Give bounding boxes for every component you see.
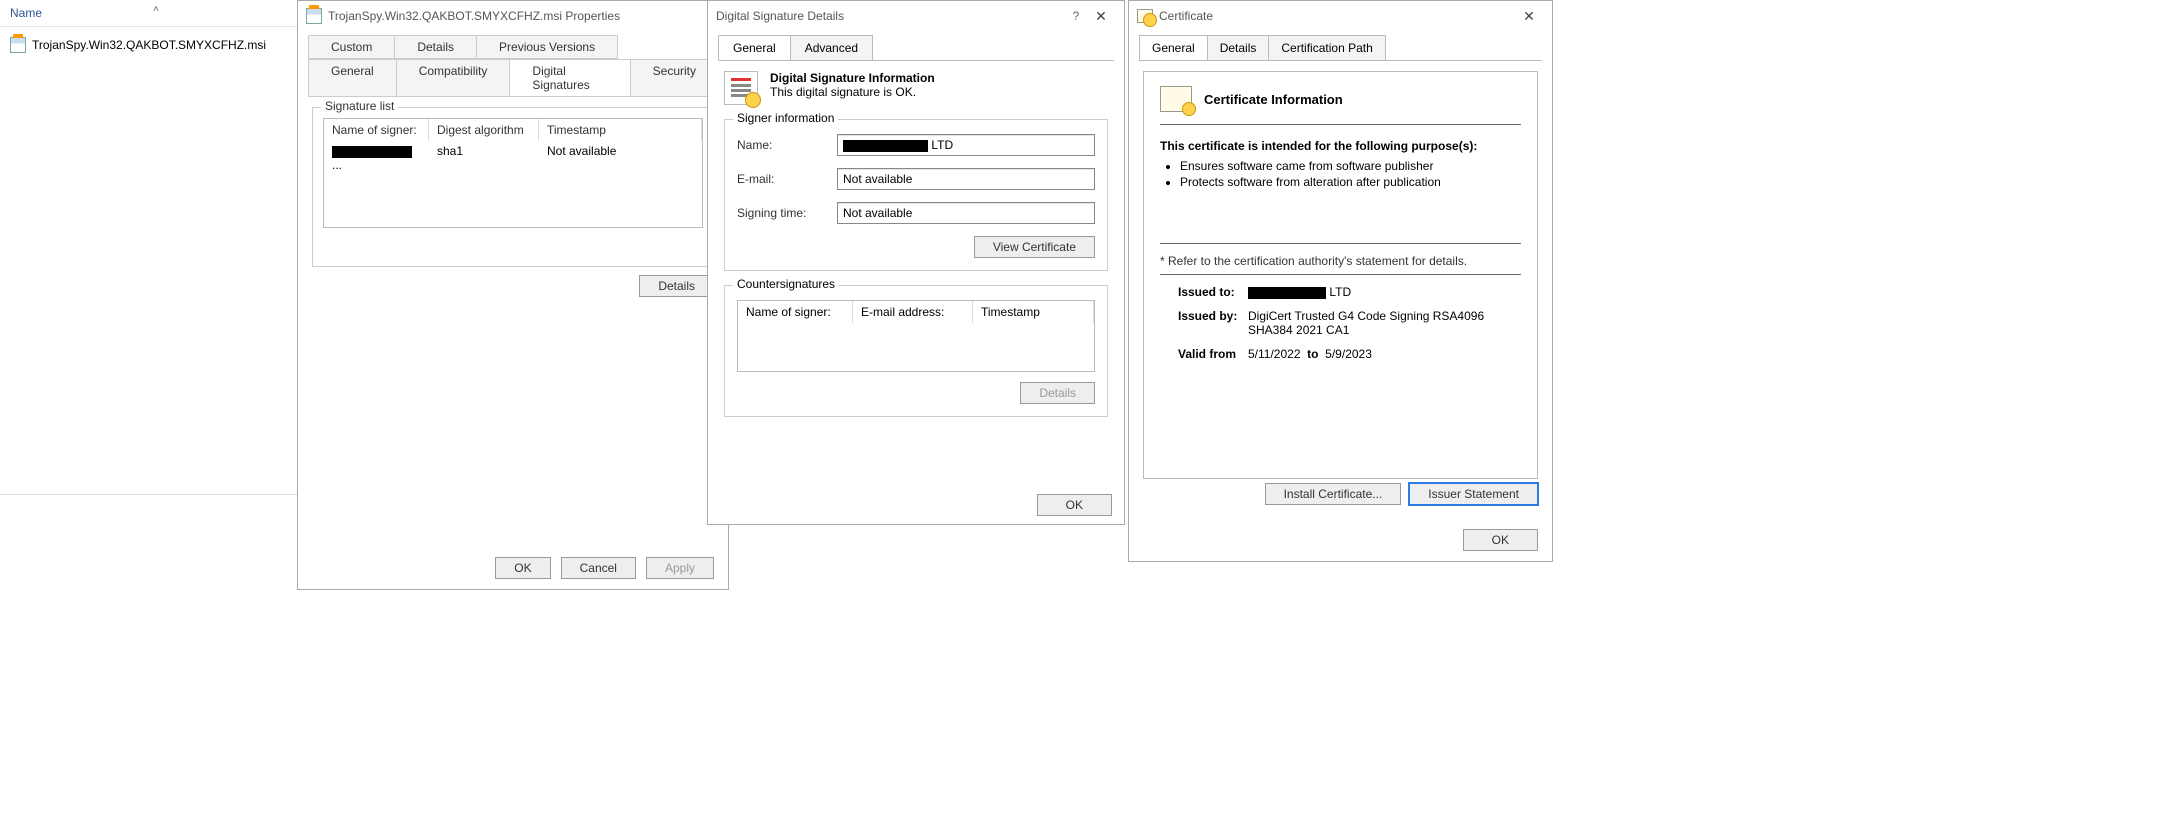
redacted-signer — [332, 146, 412, 158]
countersignatures-group: Countersignatures Name of signer: E-mail… — [724, 285, 1108, 417]
sort-caret-icon: ˄ — [153, 4, 159, 15]
tab-general[interactable]: General — [308, 59, 397, 96]
tab-security[interactable]: Security — [630, 59, 719, 96]
dsig-title: Digital Signature Details — [716, 9, 844, 23]
help-button[interactable]: ? — [1066, 9, 1086, 23]
msi-file-icon — [306, 8, 322, 24]
file-list-pane: Name ˄ TrojanSpy.Win32.QAKBOT.SMYXCFHZ.m… — [0, 0, 300, 495]
signature-row[interactable]: ... sha1 Not available — [324, 141, 702, 175]
column-header-name[interactable]: Name ˄ — [0, 0, 299, 27]
tab-compatibility[interactable]: Compatibility — [396, 59, 511, 96]
tab-details[interactable]: Details — [394, 35, 477, 59]
msi-file-icon — [10, 37, 26, 53]
certificate-icon — [1137, 9, 1153, 23]
countersignatures-label: Countersignatures — [733, 277, 839, 291]
tab-general[interactable]: General — [718, 35, 791, 60]
signing-time-field: Not available — [837, 202, 1095, 224]
digital-signature-details-dialog: Digital Signature Details ? ✕ General Ad… — [707, 0, 1125, 525]
tab-advanced[interactable]: Advanced — [790, 35, 873, 60]
view-certificate-button[interactable]: View Certificate — [974, 236, 1095, 258]
properties-titlebar[interactable]: TrojanSpy.Win32.QAKBOT.SMYXCFHZ.msi Prop… — [298, 1, 728, 31]
tab-digital-signatures[interactable]: Digital Signatures — [509, 59, 630, 96]
certificate-purposes: This certificate is intended for the fol… — [1160, 139, 1521, 189]
signature-list-label: Signature list — [321, 99, 398, 113]
certificate-icon — [1160, 86, 1192, 112]
certificate-info-heading: Certificate Information — [1204, 92, 1343, 107]
file-row[interactable]: TrojanSpy.Win32.QAKBOT.SMYXCFHZ.msi — [0, 27, 299, 63]
tab-custom[interactable]: Custom — [308, 35, 395, 59]
install-certificate-button[interactable]: Install Certificate... — [1265, 483, 1402, 505]
ok-button[interactable]: OK — [495, 557, 550, 579]
signature-list-header: Name of signer: Digest algorithm Timesta… — [324, 119, 702, 141]
dsig-info-title: Digital Signature Information — [770, 71, 935, 85]
signer-group-label: Signer information — [733, 111, 838, 125]
signer-name-field: LTD — [837, 134, 1095, 156]
signing-time-label: Signing time: — [737, 206, 837, 220]
cancel-button[interactable]: Cancel — [561, 557, 636, 579]
issuer-statement-button[interactable]: Issuer Statement — [1409, 483, 1538, 505]
tab-certification-path[interactable]: Certification Path — [1268, 35, 1385, 60]
ok-button[interactable]: OK — [1037, 494, 1112, 516]
certificate-info-frame: Certificate Information This certificate… — [1143, 71, 1538, 479]
issued-to-value: LTD — [1248, 285, 1521, 299]
signature-cert-icon — [724, 71, 758, 105]
signature-list-group: Signature list Name of signer: Digest al… — [312, 107, 714, 267]
countersignatures-table[interactable]: Name of signer: E-mail address: Timestam… — [737, 300, 1095, 372]
issued-by-label: Issued by: — [1160, 309, 1248, 337]
cert-title: Certificate — [1159, 9, 1213, 23]
dsig-titlebar[interactable]: Digital Signature Details ? ✕ — [708, 1, 1124, 31]
signer-information-group: Signer information Name: LTD E-mail: Not… — [724, 119, 1108, 271]
cert-titlebar[interactable]: Certificate ✕ — [1129, 1, 1552, 31]
file-name: TrojanSpy.Win32.QAKBOT.SMYXCFHZ.msi — [32, 38, 266, 52]
signature-list[interactable]: Name of signer: Digest algorithm Timesta… — [323, 118, 703, 228]
dsig-info-message: This digital signature is OK. — [770, 85, 935, 99]
details-button[interactable]: Details — [639, 275, 714, 297]
tab-details[interactable]: Details — [1207, 35, 1270, 60]
tab-general[interactable]: General — [1139, 35, 1208, 60]
valid-range: 5/11/2022 to 5/9/2023 — [1248, 347, 1521, 361]
certificate-note: * Refer to the certification authority's… — [1160, 254, 1521, 268]
countersignature-details-button[interactable]: Details — [1020, 382, 1095, 404]
name-label: Name: — [737, 138, 837, 152]
valid-from-label: Valid from — [1160, 347, 1248, 361]
issued-by-value: DigiCert Trusted G4 Code Signing RSA4096… — [1248, 309, 1521, 337]
certificate-dialog: Certificate ✕ General Details Certificat… — [1128, 0, 1553, 562]
tab-previous-versions[interactable]: Previous Versions — [476, 35, 618, 59]
close-icon[interactable]: ✕ — [1086, 8, 1116, 25]
properties-dialog: TrojanSpy.Win32.QAKBOT.SMYXCFHZ.msi Prop… — [297, 0, 729, 590]
signer-email-field: Not available — [837, 168, 1095, 190]
email-label: E-mail: — [737, 172, 837, 186]
issued-to-label: Issued to: — [1160, 285, 1248, 299]
close-icon[interactable]: ✕ — [1514, 8, 1544, 25]
apply-button[interactable]: Apply — [646, 557, 714, 579]
properties-title: TrojanSpy.Win32.QAKBOT.SMYXCFHZ.msi Prop… — [328, 9, 620, 23]
ok-button[interactable]: OK — [1463, 529, 1538, 551]
